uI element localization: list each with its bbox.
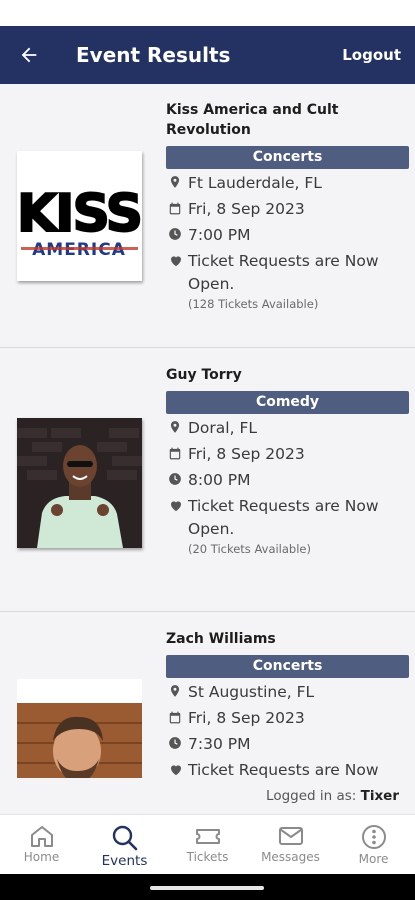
event-location: Ft Lauderdale, FL: [188, 174, 322, 192]
ticket-heart-icon: [166, 759, 188, 778]
tab-messages[interactable]: Messages: [249, 815, 332, 874]
location-pin-icon: [166, 172, 188, 192]
calendar-icon: [166, 198, 188, 218]
mail-icon: [278, 827, 303, 845]
page-title: Event Results: [76, 43, 231, 67]
back-button[interactable]: [0, 26, 58, 84]
logged-in-label: Logged in as:: [266, 788, 357, 804]
home-gesture-handle[interactable]: [150, 886, 264, 890]
status-bar: [0, 0, 415, 26]
app-header: Event Results Logout: [0, 26, 415, 84]
logged-in-status: Logged in as: Tixer: [0, 778, 415, 814]
tab-label: Events: [101, 853, 148, 869]
tickets-available: (20 Tickets Available): [188, 542, 311, 556]
tab-home[interactable]: Home: [0, 815, 83, 874]
clock-icon: [166, 224, 188, 244]
tickets-available: (128 Tickets Available): [188, 297, 319, 311]
tab-more[interactable]: More: [332, 815, 415, 874]
event-date: Fri, 8 Sep 2023: [188, 445, 305, 463]
event-date: Fri, 8 Sep 2023: [188, 709, 305, 727]
performer-photo: [17, 418, 142, 548]
username: Tixer: [360, 788, 399, 804]
bottom-tab-bar: Home Events Tickets Messages More: [0, 814, 415, 874]
tab-events[interactable]: Events: [83, 815, 166, 874]
event-location: Doral, FL: [188, 419, 258, 437]
event-title[interactable]: Zach Williams: [166, 629, 409, 649]
event-location: St Augustine, FL: [188, 683, 315, 701]
ticket-status: Ticket Requests are Now Open.: [188, 761, 379, 778]
logout-button[interactable]: Logout: [342, 46, 401, 64]
system-nav-bar: [0, 874, 415, 900]
calendar-icon: [166, 707, 188, 727]
performer-photo: [17, 679, 142, 778]
location-pin-icon: [166, 681, 188, 701]
home-icon: [30, 826, 53, 847]
ticket-icon: [195, 829, 220, 844]
event-card[interactable]: Zach Williams Concerts St Augustine, FL …: [0, 612, 415, 778]
event-time: 7:00 PM: [188, 226, 251, 244]
logo-text-top: KISS: [17, 184, 141, 244]
event-list[interactable]: KISS AMERICA Kiss America and Cult Revol…: [0, 84, 415, 778]
category-badge: Comedy: [166, 391, 409, 414]
event-time: 8:00 PM: [188, 471, 251, 489]
more-icon: [361, 825, 386, 849]
ticket-heart-icon: [166, 495, 188, 515]
event-title[interactable]: Kiss America and Cult Revolution: [166, 100, 409, 140]
event-image[interactable]: [17, 679, 142, 778]
ticket-status: Ticket Requests are Now Open.: [188, 252, 379, 293]
event-time: 7:30 PM: [188, 735, 251, 753]
arrow-left-icon: [21, 47, 37, 63]
tab-tickets[interactable]: Tickets: [166, 815, 249, 874]
kiss-america-logo: KISS AMERICA: [17, 151, 142, 281]
search-icon: [112, 825, 137, 851]
event-title[interactable]: Guy Torry: [166, 365, 409, 385]
category-badge: Concerts: [166, 146, 409, 169]
clock-icon: [166, 469, 188, 489]
event-card[interactable]: Guy Torry Comedy Doral, FL Fri, 8 Sep 20…: [0, 348, 415, 612]
category-badge: Concerts: [166, 655, 409, 678]
location-pin-icon: [166, 417, 188, 437]
ticket-status: Ticket Requests are Now Open.: [188, 497, 379, 538]
event-image[interactable]: [17, 418, 142, 548]
tab-label: Home: [23, 850, 60, 864]
calendar-icon: [166, 443, 188, 463]
tab-label: Messages: [261, 850, 320, 864]
event-date: Fri, 8 Sep 2023: [188, 200, 305, 218]
event-image[interactable]: KISS AMERICA: [17, 151, 142, 281]
tab-label: More: [358, 852, 389, 866]
tab-label: Tickets: [186, 850, 229, 864]
ticket-heart-icon: [166, 250, 188, 270]
clock-icon: [166, 733, 188, 753]
event-card[interactable]: KISS AMERICA Kiss America and Cult Revol…: [0, 84, 415, 348]
